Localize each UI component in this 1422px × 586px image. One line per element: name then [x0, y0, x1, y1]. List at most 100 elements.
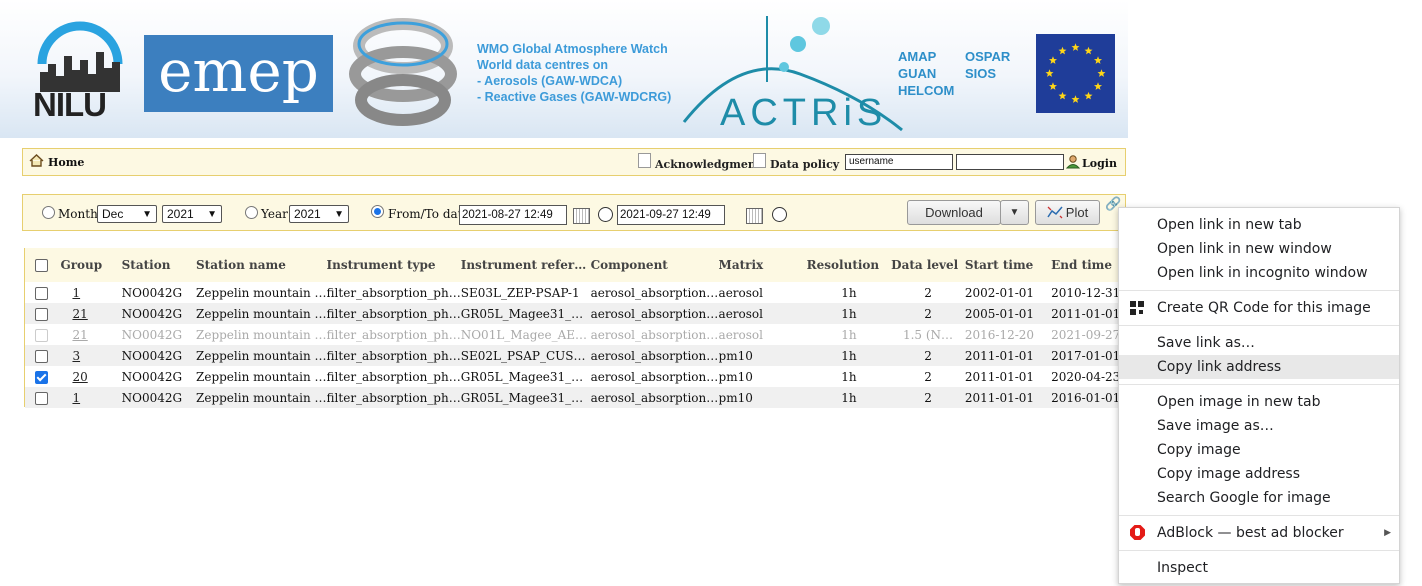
chevron-right-icon: ▶ — [1384, 528, 1391, 538]
calendar-icon[interactable] — [573, 208, 590, 224]
menu-item-create-qr-code-for-this-image[interactable]: Create QR Code for this image — [1119, 296, 1399, 320]
menu-item-search-google-for-image[interactable]: Search Google for image — [1119, 486, 1399, 510]
document-icon — [753, 153, 766, 168]
row-checkbox[interactable] — [35, 370, 48, 384]
year-select[interactable]: 2021 ▼ — [289, 205, 349, 223]
menu-item-save-link-as[interactable]: Save link as… — [1119, 331, 1399, 355]
nilu-logo-text: NILU — [33, 86, 107, 123]
menu-item-open-link-in-incognito-window[interactable]: Open link in incognito window — [1119, 261, 1399, 285]
download-options-button[interactable]: ▼ — [1000, 200, 1029, 225]
table-row[interactable]: 1 NO0042G Zeppelin mountain … filter_absorp… — [25, 387, 1125, 408]
resolution-cell: 1h — [806, 345, 892, 366]
resolution-cell: 1h — [806, 324, 892, 345]
menu-item-save-image-as[interactable]: Save image as… — [1119, 414, 1399, 438]
chevron-down-icon: ▼ — [207, 209, 217, 220]
row-checkbox[interactable] — [35, 391, 48, 405]
table-row[interactable]: 3 NO0042G Zeppelin mountain … filter_absorp… — [25, 345, 1125, 366]
column-header-station-name[interactable]: Station name — [196, 248, 327, 282]
menu-item-copy-link-address[interactable]: Copy link address — [1119, 355, 1399, 379]
end-time-cell: 2021-09-27 — [1051, 324, 1125, 345]
clock-icon[interactable] — [772, 207, 787, 222]
wmo-gaw-text: WMO Global Atmosphere Watch World data c… — [477, 42, 672, 104]
login-button[interactable]: Login — [1065, 155, 1117, 170]
column-header-end-time[interactable]: End time — [1051, 248, 1125, 282]
menu-item-open-image-in-new-tab[interactable]: Open image in new tab — [1119, 390, 1399, 414]
resolution-cell: 1h — [806, 387, 892, 408]
table-row[interactable]: 20 NO0042G Zeppelin mountain … filter_absor… — [25, 366, 1125, 387]
column-header-data-level[interactable]: Data level — [891, 248, 965, 282]
download-button[interactable]: Download — [907, 200, 1001, 225]
data-level-cell: 2 — [891, 387, 965, 408]
top-navigation: Home Acknowledgment Data policy username… — [22, 148, 1126, 176]
document-icon — [638, 153, 651, 168]
menu-item-copy-image-address[interactable]: Copy image address — [1119, 462, 1399, 486]
station-name-cell: Zeppelin mountain … — [196, 345, 327, 366]
table-row[interactable]: 21 NO0042G Zeppelin mountain … filter_absor… — [25, 324, 1125, 345]
org-list-1: AMAP GUAN HELCOM — [898, 49, 955, 98]
from-date-input[interactable]: 2021-08-27 12:49 — [459, 205, 567, 225]
clock-icon[interactable] — [598, 207, 613, 222]
password-input[interactable] — [956, 154, 1064, 170]
row-checkbox[interactable] — [35, 349, 48, 363]
select-all-checkbox[interactable] — [35, 259, 48, 272]
year-radio[interactable] — [245, 206, 258, 219]
station-name-cell: Zeppelin mountain … — [196, 366, 327, 387]
table-row[interactable]: 1 NO0042G Zeppelin mountain … filter_absorp… — [25, 282, 1125, 303]
menu-item-open-link-in-new-tab[interactable]: Open link in new tab — [1119, 213, 1399, 237]
column-header-resolution[interactable]: Resolution — [806, 248, 892, 282]
column-header-group[interactable]: Group — [60, 248, 122, 282]
component-cell: aerosol_absorption… — [590, 387, 719, 408]
matrix-cell: pm10 — [718, 366, 807, 387]
instrument-ref-cell: SE03L_ZEP-PSAP-1 — [460, 282, 591, 303]
table-header-row: Group Station Station name Instrument ty… — [25, 248, 1125, 282]
user-icon — [1065, 155, 1081, 169]
table-row[interactable]: 21 NO0042G Zeppelin mountain … filter_absor… — [25, 303, 1125, 324]
group-link[interactable]: 1 — [72, 391, 80, 405]
data-level-cell: 2 — [891, 282, 965, 303]
instrument-ref-cell: NO01L_Magee_AE… — [460, 324, 591, 345]
component-cell: aerosol_absorption… — [590, 282, 719, 303]
calendar-icon[interactable] — [746, 208, 763, 224]
column-header-start-time[interactable]: Start time — [964, 248, 1052, 282]
menu-item-copy-image[interactable]: Copy image — [1119, 438, 1399, 462]
qr-code-icon — [1130, 301, 1144, 315]
home-link[interactable]: Home — [29, 154, 84, 169]
column-header-station[interactable]: Station — [121, 248, 196, 282]
month-year-select[interactable]: 2021 ▼ — [162, 205, 222, 223]
month-select[interactable]: Dec ▼ — [97, 205, 157, 223]
menu-item-open-link-in-new-window[interactable]: Open link in new window — [1119, 237, 1399, 261]
group-link[interactable]: 21 — [72, 328, 87, 342]
menu-item-adblock-best-ad-blocker[interactable]: AdBlock — best ad blocker ▶ — [1119, 521, 1399, 545]
plot-button[interactable]: Plot — [1035, 200, 1100, 225]
row-checkbox[interactable] — [35, 286, 48, 300]
data-policy-link[interactable]: Data policy — [753, 153, 839, 171]
month-radio[interactable] — [42, 206, 55, 219]
station-name-cell: Zeppelin mountain … — [196, 387, 327, 408]
station-cell: NO0042G — [121, 282, 196, 303]
menu-separator — [1119, 384, 1399, 385]
menu-separator — [1119, 290, 1399, 291]
start-time-cell: 2011-01-01 — [964, 345, 1052, 366]
group-link[interactable]: 20 — [72, 370, 87, 384]
username-input[interactable]: username — [845, 154, 953, 170]
column-header-matrix[interactable]: Matrix — [718, 248, 807, 282]
group-link[interactable]: 1 — [72, 286, 80, 300]
end-time-cell: 2016-01-01 — [1051, 387, 1125, 408]
group-link[interactable]: 21 — [72, 307, 87, 321]
component-cell: aerosol_absorption… — [590, 366, 719, 387]
group-link[interactable]: 3 — [72, 349, 80, 363]
header-banner: NILU emep WMO Global Atmosphere Watch Wo… — [0, 0, 1128, 138]
row-checkbox[interactable] — [35, 307, 48, 321]
column-header-instrument-reference[interactable]: Instrument refer… — [460, 248, 591, 282]
to-date-input[interactable]: 2021-09-27 12:49 — [617, 205, 725, 225]
station-cell: NO0042G — [121, 387, 196, 408]
column-header-component[interactable]: Component — [590, 248, 719, 282]
menu-separator — [1119, 325, 1399, 326]
menu-item-inspect[interactable]: Inspect — [1119, 556, 1399, 580]
from-to-radio[interactable] — [371, 205, 384, 218]
matrix-cell: aerosol — [718, 324, 807, 345]
acknowledgment-link[interactable]: Acknowledgment — [638, 153, 761, 171]
resolution-cell: 1h — [806, 303, 892, 324]
column-header-instrument-type[interactable]: Instrument type — [326, 248, 461, 282]
emep-logo: emep — [144, 35, 333, 112]
